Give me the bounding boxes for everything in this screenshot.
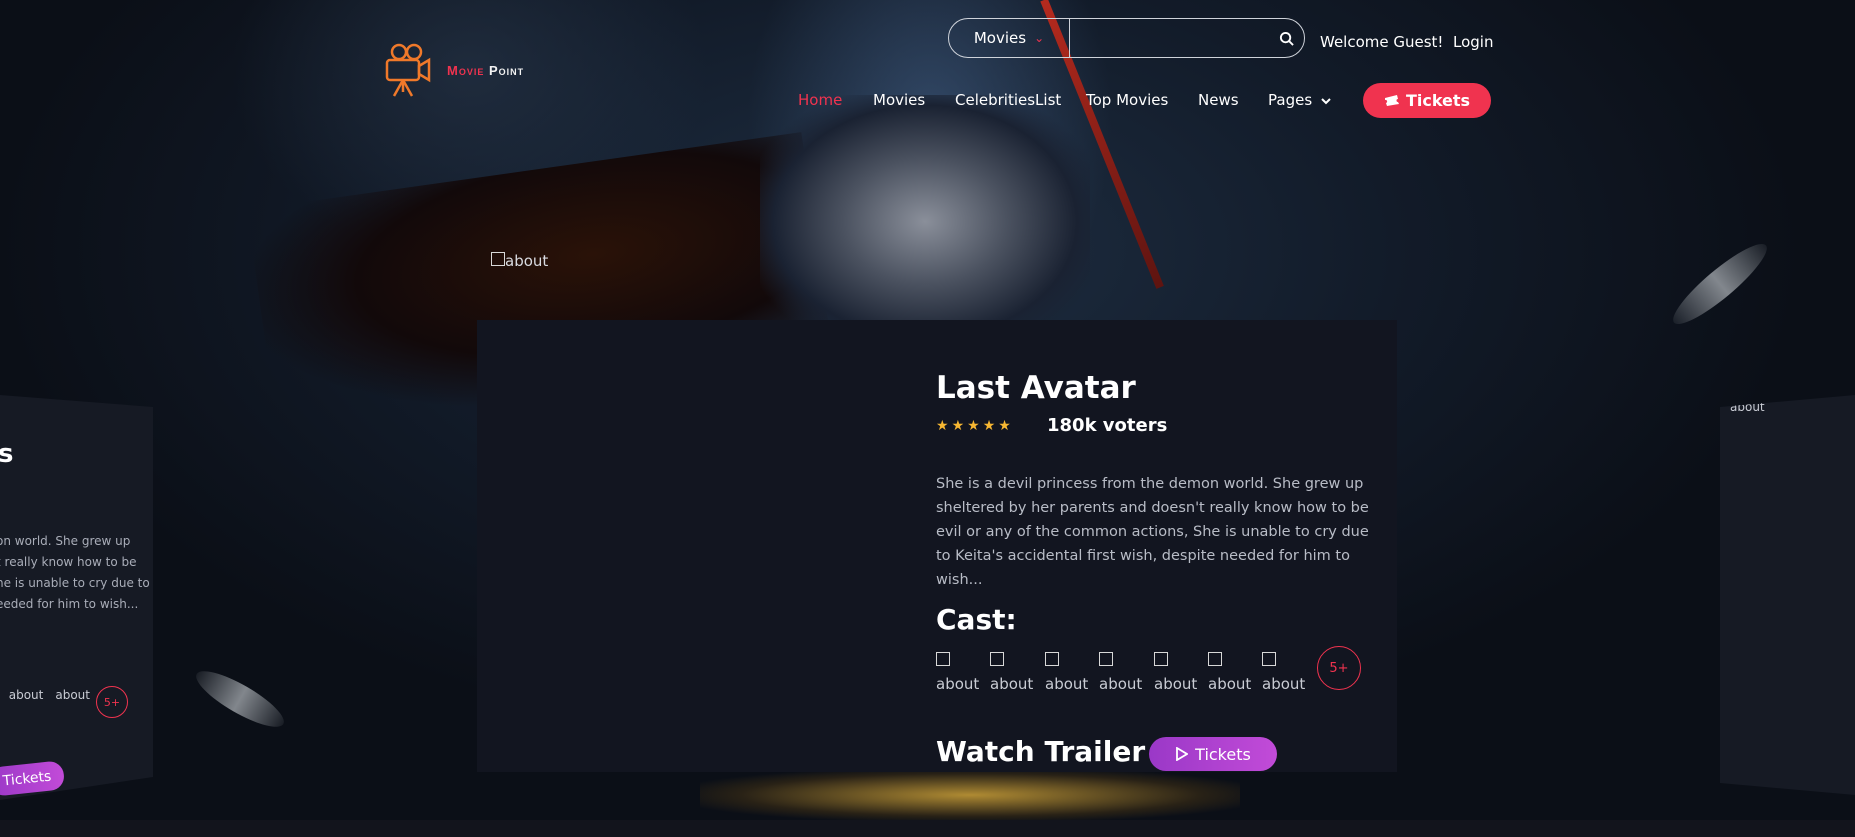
side-card-left[interactable]: s on world. She grew up t really know ho… bbox=[0, 395, 153, 800]
search-icon bbox=[1279, 31, 1294, 46]
footer-strip bbox=[0, 820, 1855, 837]
trailer-button-label: Tickets bbox=[1195, 744, 1251, 764]
side-desc-line: he is unable to cry due to bbox=[0, 576, 150, 590]
movie-card: Last Avatar ★ ★ ★ ★ ★ 180k voters She is… bbox=[477, 320, 1397, 772]
play-icon bbox=[1176, 747, 1189, 761]
movie-title: Last Avatar bbox=[936, 370, 1136, 406]
trailer-tickets-button[interactable]: Tickets bbox=[1149, 737, 1277, 771]
logo-word-1: Movie bbox=[447, 62, 485, 78]
movie-camera-icon bbox=[385, 43, 431, 97]
tickets-button[interactable]: Tickets bbox=[1363, 83, 1491, 118]
chevron-down-icon bbox=[1321, 98, 1331, 105]
broken-image-icon bbox=[491, 252, 505, 266]
star-icon: ★ bbox=[967, 418, 980, 434]
side-card-cast: t about about bbox=[0, 688, 90, 702]
broken-image-icon bbox=[1099, 652, 1113, 666]
nav-celebrities[interactable]: CelebritiesList bbox=[955, 91, 1061, 109]
logo-word-2: Point bbox=[488, 62, 525, 78]
cast-more-button[interactable]: 5+ bbox=[96, 686, 128, 718]
side-card-description: on world. She grew up t really know how … bbox=[0, 531, 150, 615]
cast-member[interactable]: about bbox=[9, 688, 44, 702]
cast-label: about bbox=[936, 675, 980, 693]
logo-text: Movie Point bbox=[447, 63, 524, 78]
cast-member[interactable]: about bbox=[1045, 652, 1095, 693]
side-desc-line: t really know how to be bbox=[0, 555, 137, 569]
hero-image: about bbox=[491, 252, 548, 270]
cast-member[interactable]: about bbox=[1099, 652, 1149, 693]
broken-image-icon bbox=[990, 652, 1004, 666]
voter-count: 180k voters bbox=[1047, 415, 1168, 436]
side-desc-line: eeded for him to wish... bbox=[0, 597, 139, 611]
search-category-label: Movies bbox=[973, 29, 1027, 47]
search-bar: Movies ⌄ bbox=[948, 18, 1305, 58]
cast-label: about bbox=[1208, 675, 1252, 693]
tickets-label: Tickets bbox=[1405, 91, 1471, 110]
cast-label: about bbox=[1262, 675, 1306, 693]
nav-pages[interactable]: Pages bbox=[1268, 91, 1331, 109]
rating-stars: ★ ★ ★ ★ ★ bbox=[936, 418, 1011, 434]
hero-image-alt: about bbox=[505, 252, 549, 270]
broken-image-icon bbox=[1208, 652, 1222, 666]
cast-member[interactable]: about bbox=[55, 688, 90, 702]
star-icon: ★ bbox=[936, 418, 949, 434]
nav-pages-label: Pages bbox=[1268, 91, 1313, 109]
star-icon: ★ bbox=[951, 418, 965, 434]
cast-heading: Cast: bbox=[936, 603, 1017, 636]
broken-image-icon bbox=[1262, 652, 1276, 666]
trailer-heading: Watch Trailer bbox=[936, 735, 1146, 768]
cast-label: about bbox=[990, 675, 1034, 693]
nav-top-movies[interactable]: Top Movies bbox=[1086, 91, 1168, 109]
cast-more-button[interactable]: 5+ bbox=[1317, 646, 1361, 690]
background-knight bbox=[760, 95, 1090, 325]
broken-image-icon bbox=[936, 652, 950, 666]
side-card-right[interactable]: about bbox=[1720, 395, 1855, 795]
side-desc-line: on world. She grew up bbox=[0, 534, 131, 548]
cast-label: about bbox=[1099, 675, 1143, 693]
cast-member[interactable]: about bbox=[936, 652, 986, 693]
chevron-down-icon: ⌄ bbox=[1034, 31, 1045, 45]
nav-movies[interactable]: Movies bbox=[873, 91, 925, 109]
cast-member[interactable]: about bbox=[1154, 652, 1204, 693]
search-category-select[interactable]: Movies ⌄ bbox=[949, 19, 1070, 57]
cast-label: about bbox=[1154, 675, 1198, 693]
cast-member[interactable]: about bbox=[1208, 652, 1258, 693]
search-input[interactable] bbox=[1070, 19, 1268, 57]
logo[interactable]: Movie Point bbox=[381, 42, 524, 98]
broken-image-icon bbox=[1045, 652, 1059, 666]
nav-news[interactable]: News bbox=[1198, 91, 1239, 109]
search-button[interactable] bbox=[1268, 31, 1304, 46]
movie-description: She is a devil princess from the demon w… bbox=[936, 476, 1369, 588]
star-icon: ★ bbox=[982, 418, 996, 434]
star-icon: ★ bbox=[998, 418, 1011, 434]
bottom-glow bbox=[700, 770, 1240, 820]
broken-image-icon bbox=[1154, 652, 1168, 666]
side-tickets-button[interactable]: Tickets bbox=[0, 760, 66, 797]
side-card-title: s bbox=[0, 439, 14, 469]
login-link[interactable]: Login bbox=[1453, 33, 1493, 51]
cast-label: about bbox=[1045, 675, 1089, 693]
cast-member[interactable]: about bbox=[990, 652, 1040, 693]
ticket-icon bbox=[1384, 95, 1399, 106]
nav-home[interactable]: Home bbox=[798, 91, 842, 109]
welcome-text: Welcome Guest! bbox=[1320, 33, 1444, 51]
cast-member[interactable]: about bbox=[1262, 652, 1312, 693]
